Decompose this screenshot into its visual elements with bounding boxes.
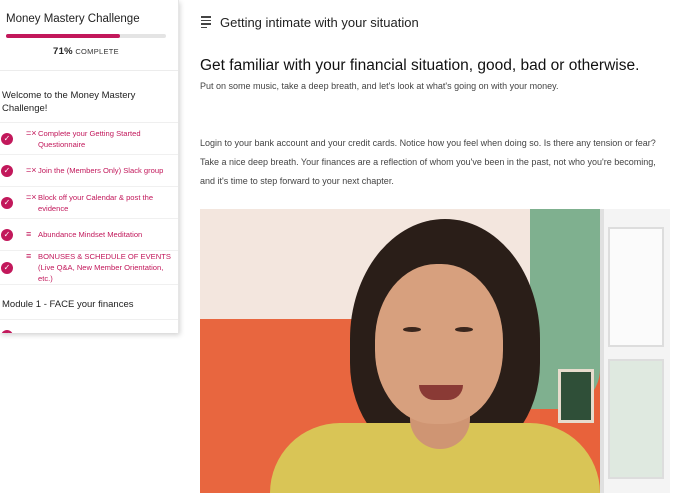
lesson-content: Getting intimate with your situation Get… <box>179 0 689 493</box>
lesson-title: Getting intimate with your situation <box>220 14 419 30</box>
lesson-label: Join the (Members Only) Slack group <box>38 166 164 175</box>
check-circle-icon: ✓ <box>1 329 13 333</box>
content-heading: Get familiar with your financial situati… <box>200 57 640 74</box>
lesson-label: Abundance Mindset Meditation <box>38 230 143 239</box>
video-player[interactable] <box>200 209 670 493</box>
lesson-item[interactable]: ✓ ≡ Abundance Mindset Meditation <box>0 219 178 251</box>
text-lines-icon: ≡ <box>26 229 32 239</box>
check-circle-icon: ✓ <box>1 228 13 241</box>
sidebar-header: Money Mastery Challenge 71% COMPLETE <box>0 0 178 71</box>
text-lines-icon: ≡ <box>26 331 38 334</box>
progress-complete-text: COMPLETE <box>75 47 119 56</box>
progress-percent: 71% <box>53 46 73 57</box>
lesson-label: Complete your Getting Started Questionna… <box>38 128 141 149</box>
lesson-label: Block off your Calendar & post the evide… <box>38 192 154 213</box>
text-lines-icon: ≡ <box>26 251 32 261</box>
assignment-icon: =× <box>26 127 37 138</box>
content-subtext: Put on some music, take a deep breath, a… <box>200 81 559 91</box>
progress-bar-fill <box>6 34 120 38</box>
check-circle-icon: ✓ <box>1 164 13 177</box>
hamburger-menu-icon[interactable] <box>201 14 211 30</box>
check-circle-icon: ✓ <box>1 132 13 145</box>
check-circle-icon: ✓ <box>1 261 13 274</box>
lesson-item[interactable]: ✓ =× Complete your Getting Started Quest… <box>0 123 178 155</box>
progress-bar <box>6 34 166 38</box>
lesson-header: Getting intimate with your situation <box>201 14 419 30</box>
check-circle-icon: ✓ <box>1 196 13 209</box>
lesson-item[interactable]: ✓ =× Block off your Calendar & post the … <box>0 187 178 219</box>
course-title[interactable]: Money Mastery Challenge <box>6 12 172 26</box>
lesson-label: BONUSES & SCHEDULE OF EVENTS (Live Q&A, … <box>38 252 171 283</box>
assignment-icon: =× <box>26 191 37 202</box>
section-title-module-1: Module 1 - FACE your finances <box>0 285 178 320</box>
content-body: Login to your bank account and your cred… <box>200 138 656 186</box>
lesson-item[interactable]: ✓ ≡ BONUSES & SCHEDULE OF EVENTS (Live Q… <box>0 251 178 285</box>
progress-label: 71% COMPLETE <box>6 46 166 57</box>
assignment-icon: =× <box>26 165 37 175</box>
lesson-item[interactable]: ✓ =× Join the (Members Only) Slack group <box>0 155 178 187</box>
section-title-welcome: Welcome to the Money Mastery Challenge! <box>0 71 178 123</box>
lesson-item[interactable]: ✓ ≡ <box>0 320 178 333</box>
course-sidebar: Money Mastery Challenge 71% COMPLETE Wel… <box>0 0 179 333</box>
